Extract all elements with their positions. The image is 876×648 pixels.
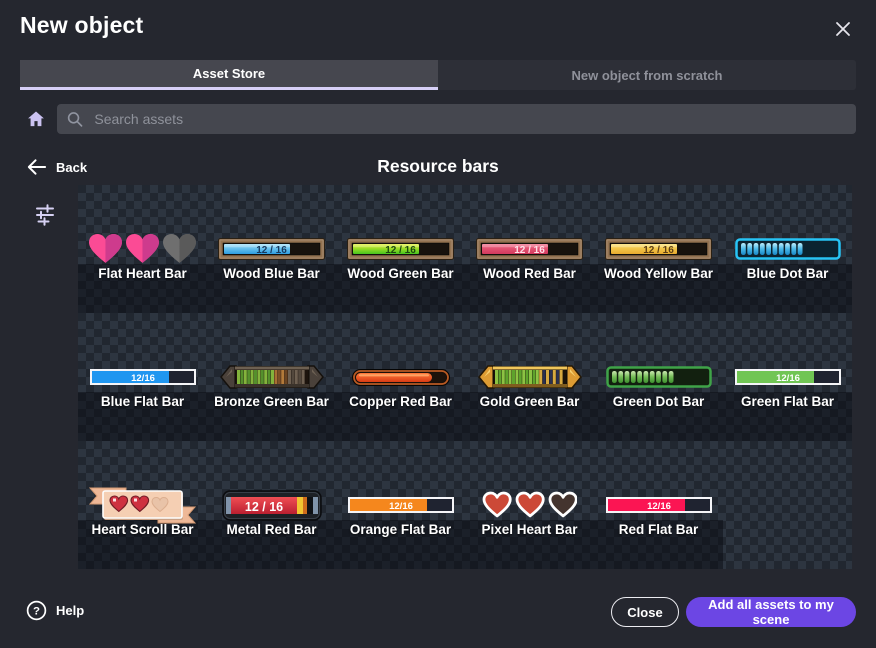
section-title: Resource bars (0, 156, 876, 177)
svg-text:12 / 16: 12 / 16 (244, 500, 282, 514)
asset-name-label: Blue Dot Bar (719, 266, 856, 281)
svg-text:12/16: 12/16 (389, 501, 413, 512)
asset-tile-pixel-heart-bar[interactable]: Pixel Heart Bar (465, 441, 594, 569)
asset-name-label: Copper Red Bar (332, 394, 469, 409)
asset-name-label: Blue Flat Bar (74, 394, 211, 409)
asset-name-label: Pixel Heart Bar (461, 522, 598, 537)
x-glyph (835, 21, 851, 37)
asset-row: Heart Scroll Bar 12 / 16Metal Red Bar 12… (78, 441, 852, 569)
asset-tile-blue-dot-bar[interactable]: Blue Dot Bar (723, 185, 852, 313)
search-box (57, 104, 856, 134)
asset-tile-copper-red-bar[interactable]: Copper Red Bar (336, 313, 465, 441)
svg-text:12/16: 12/16 (647, 501, 671, 512)
asset-tile-gold-green-bar[interactable]: Gold Green Bar (465, 313, 594, 441)
help-icon: ? (26, 600, 47, 621)
asset-tile-wood-blue-bar[interactable]: 12 / 16Wood Blue Bar (207, 185, 336, 313)
asset-name-label: Wood Yellow Bar (590, 266, 727, 281)
home-icon[interactable] (26, 109, 46, 129)
svg-text:?: ? (33, 606, 40, 618)
asset-tile-orange-flat-bar[interactable]: 12/16Orange Flat Bar (336, 441, 465, 569)
asset-name-label: Heart Scroll Bar (74, 522, 211, 537)
asset-grid: Flat Heart Bar 12 / 16Wood Blue Bar 12 /… (78, 185, 852, 569)
asset-name-label: Wood Blue Bar (203, 266, 340, 281)
tab-asset-store[interactable]: Asset Store (20, 60, 438, 90)
tab-bar: Asset Store New object from scratch (20, 60, 856, 90)
asset-name-label: Green Flat Bar (719, 394, 856, 409)
asset-tile-green-flat-bar[interactable]: 12/16Green Flat Bar (723, 313, 852, 441)
asset-tile-wood-red-bar[interactable]: 12 / 16Wood Red Bar (465, 185, 594, 313)
asset-name-label: Orange Flat Bar (332, 522, 469, 537)
asset-name-label: Gold Green Bar (461, 394, 598, 409)
asset-tile-blue-flat-bar[interactable]: 12/16Blue Flat Bar (78, 313, 207, 441)
search-input[interactable] (92, 110, 846, 128)
filter-icon[interactable] (33, 203, 57, 227)
add-all-assets-button[interactable]: Add all assets to my scene (686, 597, 856, 627)
asset-tile-wood-yellow-bar[interactable]: 12 / 16Wood Yellow Bar (594, 185, 723, 313)
asset-row: Flat Heart Bar 12 / 16Wood Blue Bar 12 /… (78, 185, 852, 313)
svg-text:12/16: 12/16 (776, 373, 800, 384)
svg-text:12 / 16: 12 / 16 (256, 245, 287, 256)
asset-name-label: Red Flat Bar (590, 522, 727, 537)
asset-name-label: Green Dot Bar (590, 394, 727, 409)
page-title: New object (20, 12, 143, 39)
svg-text:12 / 16: 12 / 16 (514, 245, 545, 256)
asset-tile-heart-scroll-bar[interactable]: Heart Scroll Bar (78, 441, 207, 569)
svg-text:12 / 16: 12 / 16 (385, 245, 416, 256)
search-icon (67, 111, 83, 128)
asset-tile-wood-green-bar[interactable]: 12 / 16Wood Green Bar (336, 185, 465, 313)
close-icon[interactable] (832, 18, 854, 40)
asset-tile-flat-heart-bar[interactable]: Flat Heart Bar (78, 185, 207, 313)
tab-new-object-from-scratch[interactable]: New object from scratch (438, 60, 856, 90)
close-button[interactable]: Close (611, 597, 679, 627)
help-label: Help (56, 603, 84, 618)
asset-name-label: Flat Heart Bar (74, 266, 211, 281)
asset-tile-green-dot-bar[interactable]: Green Dot Bar (594, 313, 723, 441)
asset-tile-bronze-green-bar[interactable]: Bronze Green Bar (207, 313, 336, 441)
asset-row: 12/16Blue Flat Bar Bronze Green Bar Copp… (78, 313, 852, 441)
asset-name-label: Wood Green Bar (332, 266, 469, 281)
asset-tile-metal-red-bar[interactable]: 12 / 16Metal Red Bar (207, 441, 336, 569)
asset-name-label: Wood Red Bar (461, 266, 598, 281)
asset-name-label: Metal Red Bar (203, 522, 340, 537)
asset-name-label: Bronze Green Bar (203, 394, 340, 409)
asset-tile-red-flat-bar[interactable]: 12/16Red Flat Bar (594, 441, 723, 569)
svg-text:12 / 16: 12 / 16 (643, 245, 674, 256)
svg-text:12/16: 12/16 (131, 373, 155, 384)
help-button[interactable]: ? Help (26, 600, 84, 621)
